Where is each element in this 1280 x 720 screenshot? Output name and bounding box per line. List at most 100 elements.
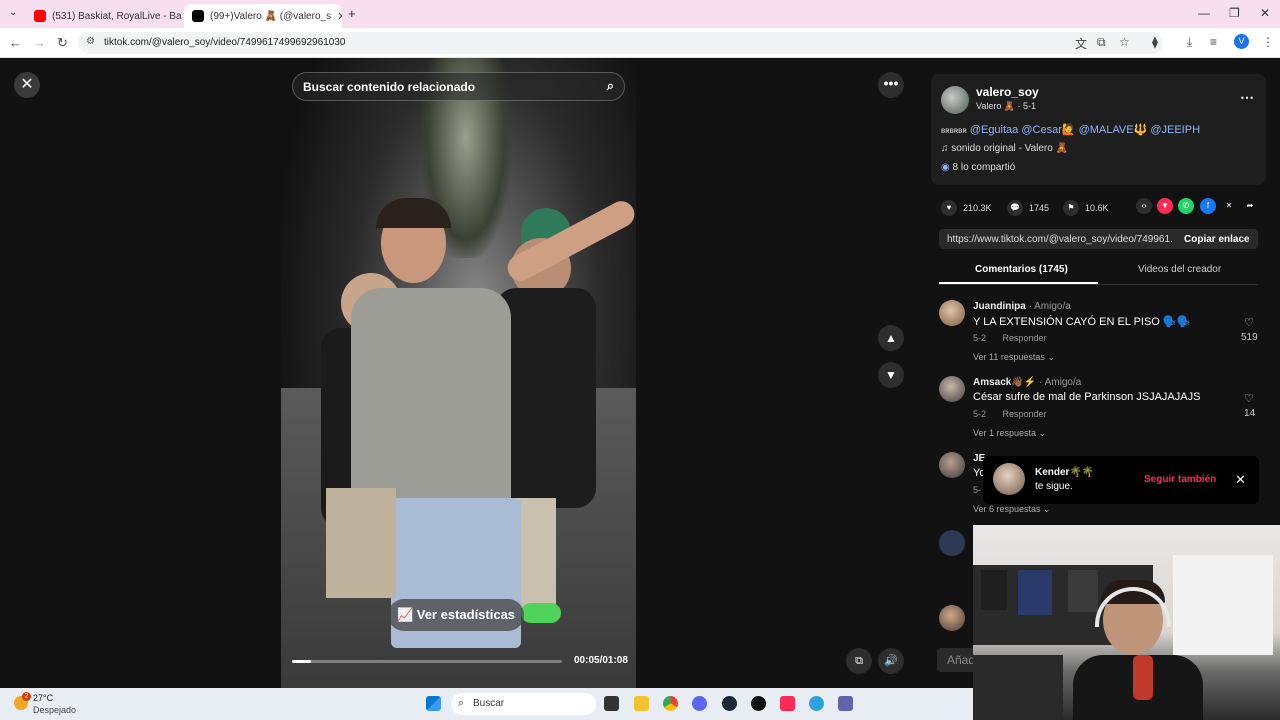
bookmark-star-icon[interactable]: ☆ [1119,35,1130,49]
author-username[interactable]: valero_soy [976,85,1039,99]
comment-date: 5-2 [973,333,987,343]
extensions-icon[interactable]: ⧫ [1152,35,1158,49]
notification-badge: 2 [22,692,31,701]
install-icon[interactable]: ⧉ [1097,35,1106,50]
comment-heart-icon[interactable]: ♡ [1244,316,1254,329]
telegram-icon[interactable] [809,696,824,711]
send-to-friends-icon[interactable]: ▼ [1157,198,1173,214]
reply-button[interactable]: Responder [1003,409,1047,419]
minimize-icon[interactable]: — [1198,6,1210,20]
tab-tiktok[interactable]: (99+)Valero 🧸 (@valero_s ✕ [184,4,342,28]
follow-back-button[interactable]: Seguir también [1144,474,1216,485]
webcam-overlay [973,525,1280,720]
like-stat[interactable]: ♥ 210.3K [941,200,992,216]
file-explorer-icon[interactable] [634,696,649,711]
avatar[interactable] [939,530,965,556]
comment-username: Juandinipa [973,301,1026,312]
copy-link-button[interactable]: Copiar enlace [1184,234,1250,245]
forward-icon[interactable]: → [33,35,46,50]
music-info[interactable]: ♫ sonido original - Valero 🧸 [941,143,1068,154]
close-video-button[interactable]: ✕ [14,72,40,98]
weather-temperature[interactable]: 27°C [33,693,53,703]
tab-creator-videos[interactable]: Videos del creador [1138,264,1221,275]
related-search-input[interactable]: Buscar contenido relacionado ⌕ [292,72,625,101]
translate-icon[interactable]: 文 [1075,35,1087,52]
shared-by: ◉ 8 lo compartió [941,162,1015,173]
microphone [1133,655,1153,700]
avatar[interactable] [941,86,969,114]
avatar[interactable] [939,300,965,326]
volume-button[interactable]: 🔊 [878,648,904,674]
avatar[interactable] [939,452,965,478]
view-replies-button[interactable]: Ver 11 respuestas ⌄ [973,352,1055,363]
previous-video-button[interactable]: ▲ [878,325,904,351]
view-stats-button[interactable]: 📈 Ver estadísticas [388,599,524,631]
x-twitter-icon[interactable]: ✕ [1221,198,1237,214]
tab-search-chevron-icon[interactable]: ⌄ [9,7,17,18]
caption-mentions[interactable]: @Eguitaa @Cesar🙋 @MALAVE🔱 @JEEIPH [970,124,1200,136]
notification-username[interactable]: Kender🌴🌴 [1035,467,1094,478]
comment-stat[interactable]: 💬 1745 [1007,200,1049,216]
tab-youtube[interactable]: (531) Baskiat, RoyalLive - Bailan ✕ [26,4,182,28]
embed-icon[interactable]: ‹› [1136,198,1152,214]
reply-button[interactable]: Responder [1003,333,1047,343]
music-label: sonido original - Valero 🧸 [951,143,1069,154]
comment-meta: 5-2 Responder [973,333,1061,343]
picture-in-picture-button[interactable]: ⧉ [846,648,872,674]
share-icon[interactable]: ➦ [1242,198,1258,214]
comment-user[interactable]: Amsack👋🏾⚡ · Amigo/a [973,377,1081,388]
whatsapp-icon[interactable]: ✆ [1178,198,1194,214]
comment-text: Y LA EXTENSIÓN CAYÓ EN EL PISO 🗣️🗣️ [973,316,1191,328]
next-video-button[interactable]: ▼ [878,362,904,388]
steam-icon[interactable] [722,696,737,711]
comment-date: 5- [973,485,982,495]
more-options-button[interactable]: ••• [878,72,904,98]
close-window-icon[interactable]: ✕ [1260,6,1270,20]
obs-icon[interactable] [751,696,766,711]
comment-user[interactable]: Juandinipa · Amigo/a [973,301,1071,312]
search-icon[interactable]: ⌕ [607,78,614,94]
profile-avatar[interactable]: V [1234,34,1249,49]
teams-icon[interactable] [838,696,853,711]
search-placeholder: Buscar contenido relacionado [303,80,476,94]
address-bar[interactable]: ⚙ tiktok.com/@valero_soy/video/749961749… [78,32,1163,54]
back-icon[interactable]: ← [9,35,22,50]
video-progress-bar[interactable] [292,660,562,663]
chrome-icon[interactable] [663,696,678,711]
heart-icon: ♥ [941,200,957,216]
view-replies-button[interactable]: Ver 1 respuesta ⌄ [973,428,1046,439]
reading-list-icon[interactable]: ≡ [1210,35,1217,49]
facebook-icon[interactable]: f [1200,198,1216,214]
taskbar-search[interactable]: ⌕ Buscar [451,693,596,715]
poster [1068,570,1098,612]
tiktok-icon[interactable] [780,696,795,711]
close-icon[interactable]: ✕ [1235,472,1246,488]
reload-icon[interactable]: ↻ [57,35,68,51]
video-player[interactable] [281,58,636,688]
tab-comments[interactable]: Comentarios (1745) [975,264,1068,275]
avatar[interactable] [993,463,1025,495]
card-more-icon[interactable]: ⋯ [1240,89,1254,106]
close-tab-icon[interactable]: ✕ [331,10,342,23]
avatar[interactable] [939,376,965,402]
windows-start-icon[interactable] [426,696,441,711]
save-stat[interactable]: ⚑ 10.6K [1063,200,1109,216]
green-shoes [521,603,561,623]
avatar[interactable] [939,605,965,631]
site-info-icon[interactable]: ⚙ [86,36,95,47]
browser-menu-icon[interactable]: ⋮ [1262,35,1274,49]
comment-heart-icon[interactable]: ♡ [1244,392,1254,405]
comment-icon: 💬 [1007,200,1023,216]
download-icon[interactable]: ⤓ [1187,35,1192,50]
weather-description[interactable]: Despejado [33,705,76,715]
view-replies-button[interactable]: Ver 6 respuestas ⌄ [973,504,1051,515]
share-url[interactable]: https://www.tiktok.com/@valero_soy/video… [947,234,1173,245]
discord-icon[interactable] [692,696,707,711]
tab-label: (99+)Valero 🧸 (@valero_s [210,10,332,22]
poster [981,570,1007,610]
save-count: 10.6K [1085,203,1109,213]
restore-icon[interactable]: ❐ [1229,6,1240,20]
task-view-icon[interactable] [604,696,619,711]
room-door [1173,555,1273,655]
new-tab-button[interactable]: + [348,6,356,21]
